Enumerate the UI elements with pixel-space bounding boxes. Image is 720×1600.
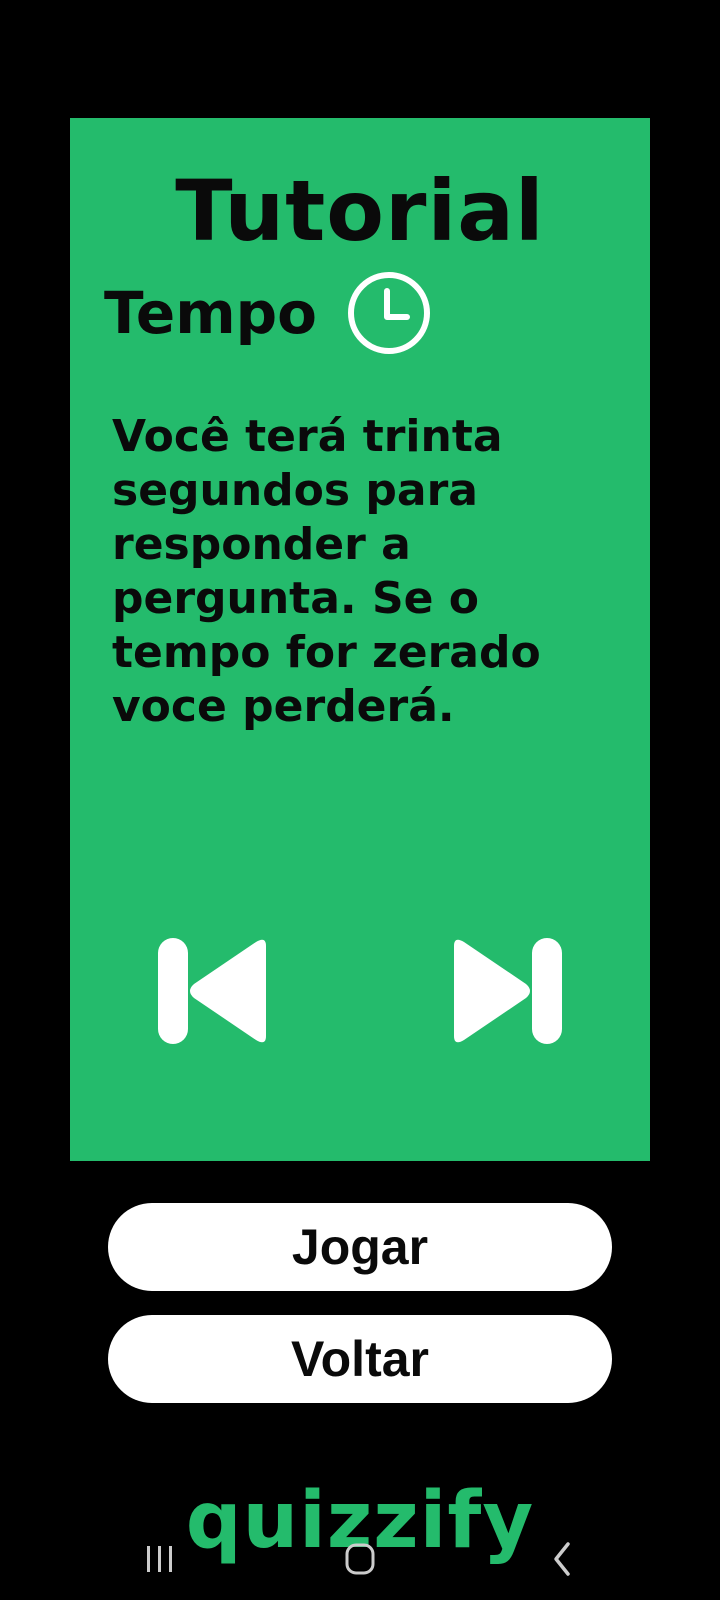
home-button[interactable] bbox=[331, 1530, 391, 1590]
skip-previous-icon bbox=[158, 938, 266, 1044]
back-button[interactable]: Voltar bbox=[108, 1315, 612, 1403]
play-button[interactable]: Jogar bbox=[108, 1203, 612, 1291]
back-icon bbox=[554, 1542, 570, 1576]
tutorial-card: Tutorial Tempo Você terá trinta segundos… bbox=[70, 118, 650, 1161]
tutorial-description: Você terá trinta segundos para responder… bbox=[112, 411, 541, 732]
tutorial-screen: Tutorial Tempo Você terá trinta segundos… bbox=[0, 0, 720, 1600]
section-header: Tempo bbox=[104, 268, 433, 358]
next-button[interactable] bbox=[444, 936, 564, 1046]
recent-apps-button[interactable] bbox=[130, 1530, 190, 1590]
home-icon bbox=[345, 1543, 375, 1575]
system-navigation-bar bbox=[0, 1530, 720, 1590]
recent-apps-icon bbox=[147, 1546, 172, 1572]
section-title: Tempo bbox=[104, 279, 317, 347]
back-nav-button[interactable] bbox=[532, 1530, 592, 1590]
skip-next-icon bbox=[454, 938, 562, 1044]
clock-icon bbox=[345, 269, 433, 357]
tutorial-title: Tutorial bbox=[175, 162, 545, 260]
previous-button[interactable] bbox=[156, 936, 276, 1046]
